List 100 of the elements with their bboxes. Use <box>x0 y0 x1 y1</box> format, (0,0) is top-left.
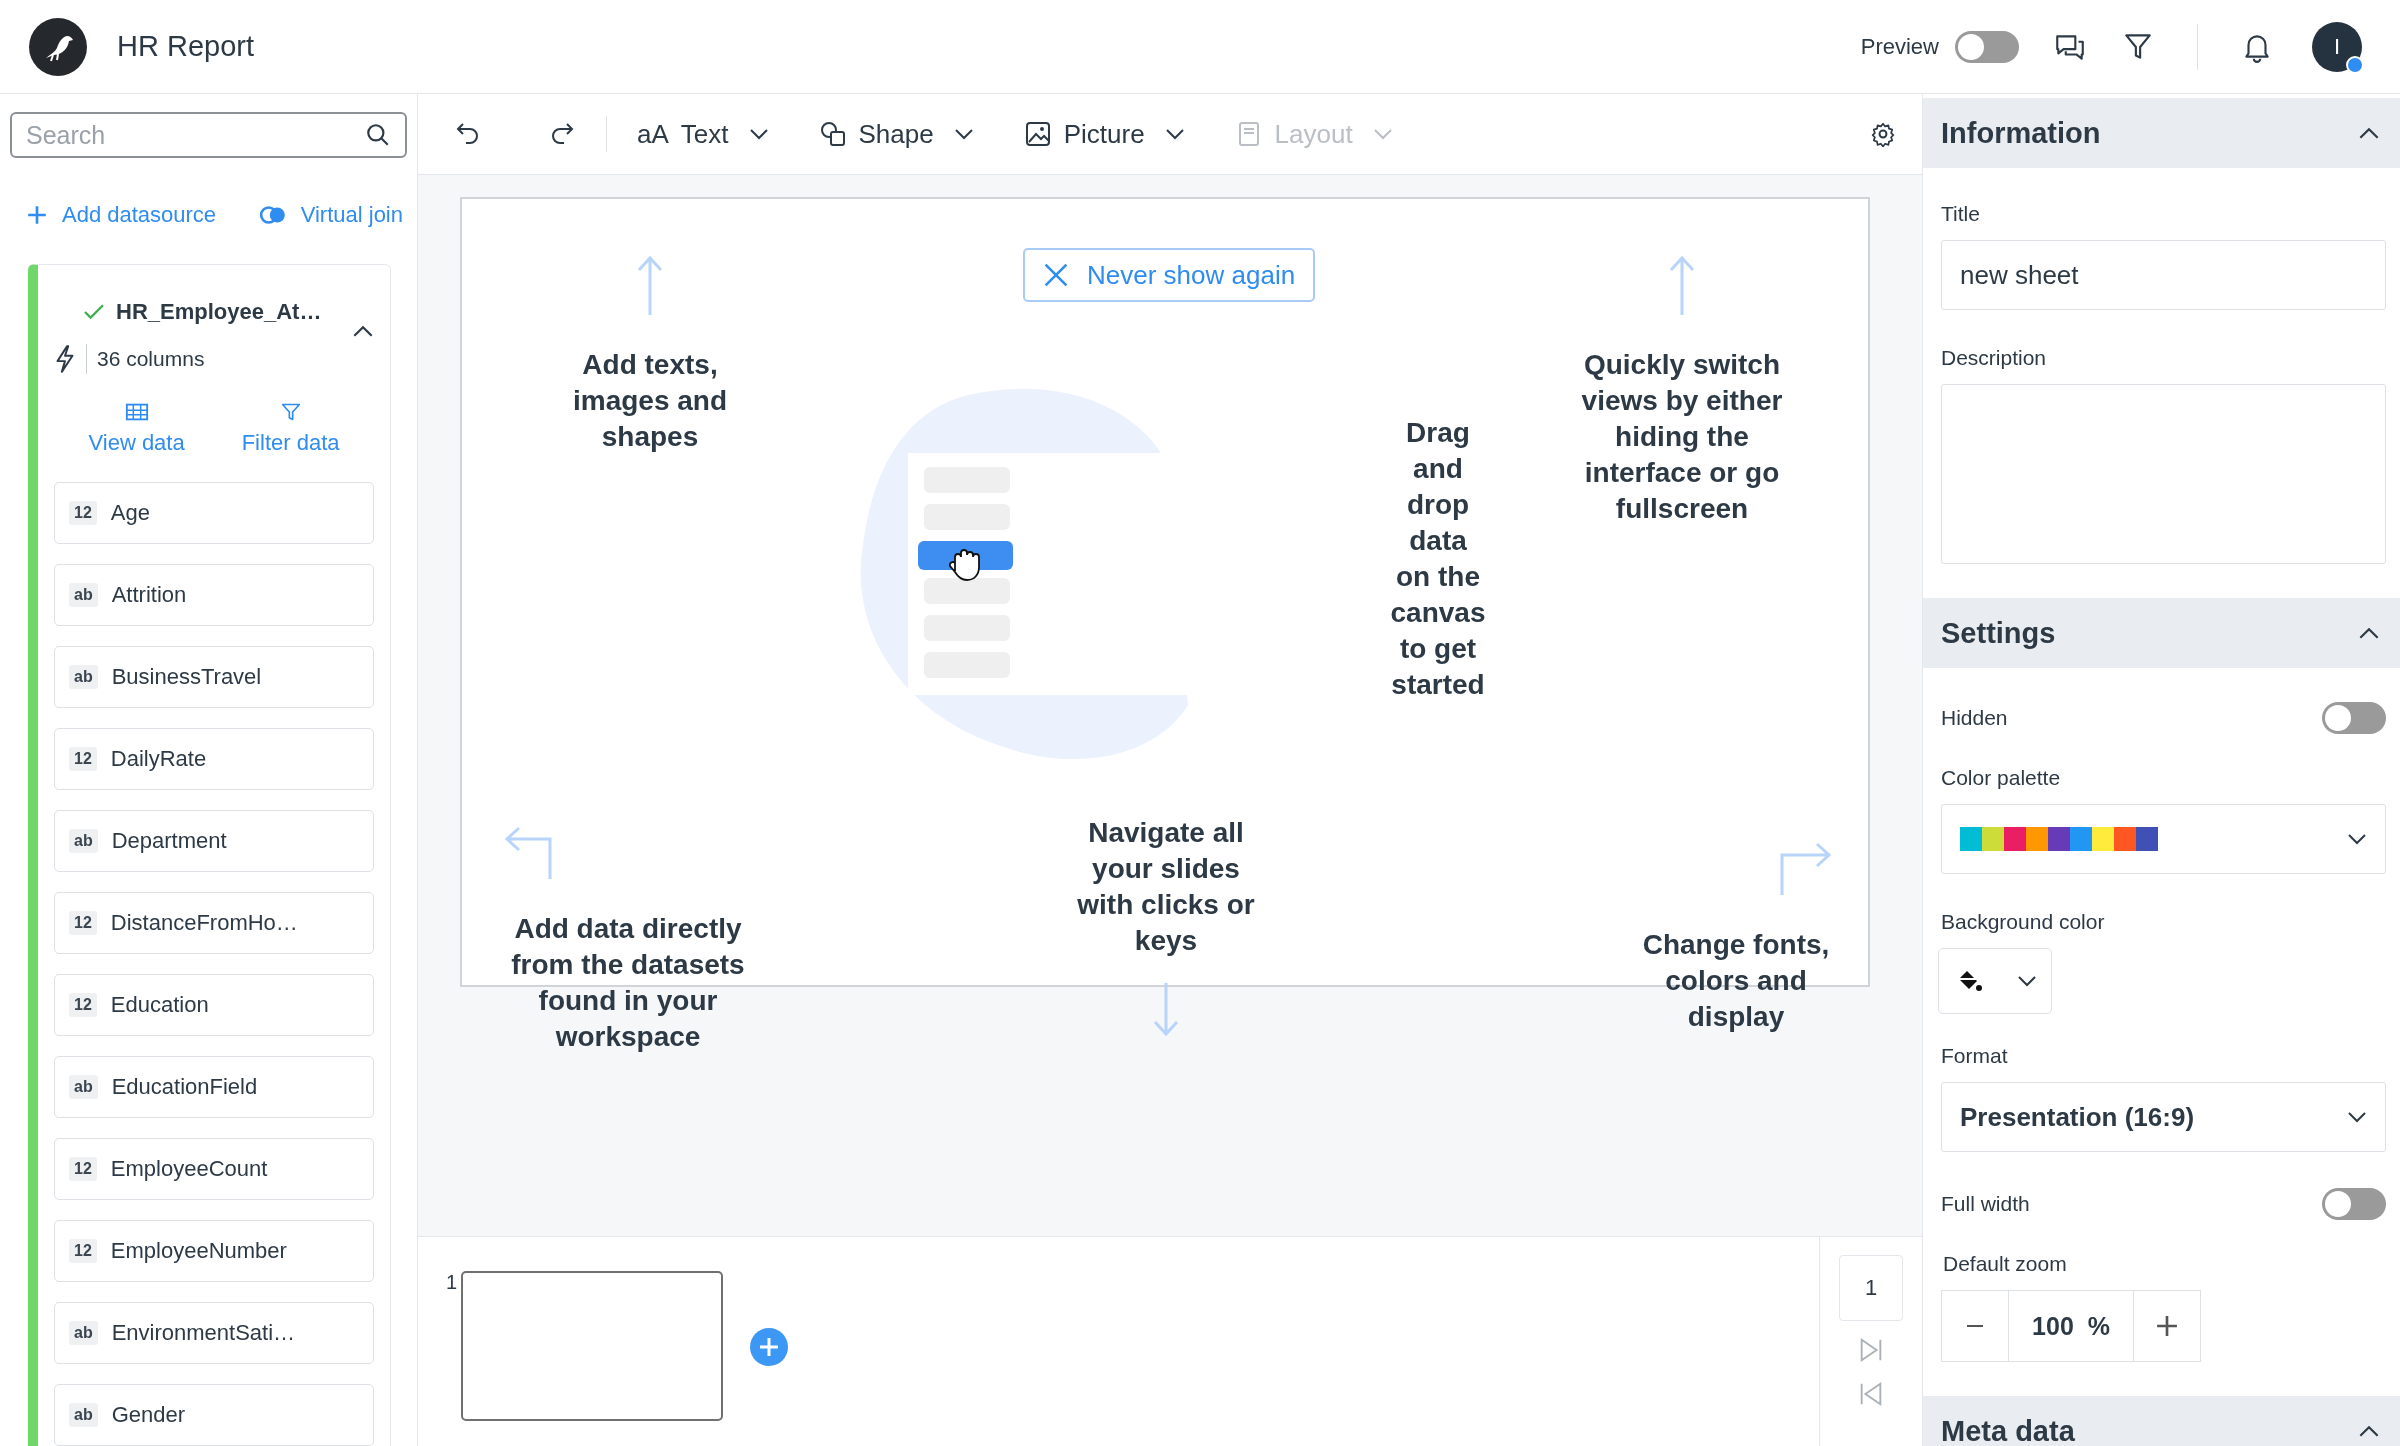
tip-text: Navigate all your slides with clicks or keys <box>1076 816 1256 958</box>
format-dropdown[interactable]: Presentation (16:9) <box>1941 1082 2386 1152</box>
field-item[interactable]: ab Gender <box>54 1384 374 1446</box>
field-item[interactable]: 12 DistanceFromHo… <box>54 892 374 954</box>
plus-icon <box>2156 1315 2178 1337</box>
chevron-up-icon[interactable] <box>352 325 374 338</box>
title-field[interactable]: new sheet <box>1941 240 2386 310</box>
field-label: Hidden <box>1941 706 2008 730</box>
report-title: HR Report <box>117 30 254 63</box>
field-name: Attrition <box>111 582 187 608</box>
field-type-tag: 12 <box>69 501 97 525</box>
close-icon <box>1043 262 1069 288</box>
caret-icon <box>1372 128 1393 140</box>
caret-icon <box>953 128 974 140</box>
field-name: Age <box>110 500 150 526</box>
field-label: Background color <box>1941 910 2106 934</box>
field-item[interactable]: ab Attrition <box>54 564 374 626</box>
preview-label: Preview <box>1860 33 1939 60</box>
tip-text: Quickly switch views by either hiding the interface or go fullscreen <box>1580 348 1784 526</box>
field-item[interactable]: 12 EmployeeNumber <box>54 1220 374 1282</box>
field-type-tag: 12 <box>69 911 97 935</box>
picture-menu-button[interactable]: Picture <box>1023 118 1185 150</box>
field-item[interactable]: 12 EmployeeCount <box>54 1138 374 1200</box>
caret-icon <box>2017 975 2037 987</box>
search-icon <box>365 122 391 148</box>
tip-text: Drag and drop data on the canvas to get started <box>1390 416 1486 702</box>
field-type-tag: ab <box>69 1403 98 1427</box>
tip-text: Change fonts, colors and display <box>1641 928 1831 1034</box>
field-item[interactable]: ab EnvironmentSati… <box>54 1302 374 1364</box>
caret-icon <box>748 128 769 140</box>
field-item[interactable]: 12 Age <box>54 482 374 544</box>
hidden-toggle[interactable] <box>2322 702 2386 734</box>
minus-icon <box>1965 1325 1985 1327</box>
user-avatar[interactable]: I <box>2312 21 2362 72</box>
color-palette-dropdown[interactable] <box>1941 804 2386 874</box>
field-name: EnvironmentSati… <box>111 1320 296 1346</box>
field-name: EmployeeNumber <box>110 1238 287 1264</box>
bird-logo-icon[interactable] <box>29 17 87 76</box>
image-icon <box>1023 120 1052 148</box>
field-item[interactable]: 12 Education <box>54 974 374 1036</box>
field-item[interactable]: ab EducationField <box>54 1056 374 1118</box>
description-field[interactable] <box>1941 384 2386 564</box>
field-type-tag: 12 <box>69 993 97 1017</box>
tip-text: Add data directly from the datasets found in your workspace <box>510 912 746 1054</box>
settings-icon[interactable] <box>1870 121 1896 147</box>
field-type-tag: ab <box>69 1321 98 1345</box>
preview-toggle[interactable] <box>1955 30 2019 63</box>
field-name: Gender <box>111 1402 186 1428</box>
field-name: DistanceFromHo… <box>110 910 298 936</box>
caret-icon <box>2347 1111 2367 1123</box>
field-label: Format <box>1941 1044 2009 1068</box>
field-name: EducationField <box>111 1074 258 1100</box>
section-title: Settings <box>1941 616 2056 650</box>
slide-thumbnail[interactable] <box>461 1271 724 1421</box>
field-type-tag: 12 <box>69 747 97 771</box>
field-item[interactable]: 12 DailyRate <box>54 728 374 790</box>
field-label: Description <box>1941 346 2048 370</box>
field-label: Default zoom <box>1943 1252 2068 1276</box>
slide-number: 1 <box>446 1271 458 1294</box>
field-type-tag: 12 <box>69 1157 97 1181</box>
field-item[interactable]: ab Department <box>54 810 374 872</box>
section-title: Meta data <box>1941 1414 2075 1446</box>
up-arrow-icon <box>635 255 665 317</box>
down-arrow-icon <box>1151 981 1181 1037</box>
field-name: Education <box>110 992 209 1018</box>
field-type-tag: ab <box>69 665 98 689</box>
shapes-icon <box>818 120 847 148</box>
page-number-field[interactable]: 1 <box>1839 1255 1903 1321</box>
lightning-icon[interactable] <box>54 344 76 374</box>
field-type-tag: ab <box>69 583 98 607</box>
field-name: EmployeeCount <box>110 1156 268 1182</box>
field-name: Department <box>111 828 227 854</box>
section-header[interactable]: Meta data <box>1923 1396 2400 1446</box>
tip-text: Add texts, images and shapes <box>571 348 729 454</box>
overlap-circles-icon <box>258 205 287 225</box>
section-header[interactable]: Settings <box>1923 598 2400 668</box>
table-icon <box>124 402 149 422</box>
up-arrow-icon <box>1667 255 1697 317</box>
text-menu-button[interactable]: aA Text <box>637 118 769 150</box>
section-title: Information <box>1941 116 2101 150</box>
field-name: BusinessTravel <box>111 664 262 690</box>
field-item[interactable]: ab BusinessTravel <box>54 646 374 708</box>
field-type-tag: 12 <box>69 1239 97 1263</box>
field-label: Color palette <box>1941 766 2062 790</box>
caret-icon <box>2347 833 2367 845</box>
full-width-toggle[interactable] <box>2322 1188 2386 1220</box>
field-type-tag: ab <box>69 829 98 853</box>
plus-icon <box>26 204 48 226</box>
shape-menu-button[interactable]: Shape <box>818 118 974 150</box>
datasource-name: HR_Employee_At… <box>116 298 322 325</box>
field-label: Full width <box>1941 1192 2030 1216</box>
caret-icon <box>1164 128 1185 140</box>
field-name: DailyRate <box>110 746 207 772</box>
field-type-tag: ab <box>69 1075 98 1099</box>
background-color-button[interactable] <box>1938 948 2052 1014</box>
field-label: Title <box>1941 202 1981 226</box>
add-slide-icon[interactable] <box>749 1327 790 1367</box>
search-field[interactable]: Search <box>10 112 407 158</box>
section-header[interactable]: Information <box>1923 98 2400 168</box>
column-count: 36 columns <box>97 347 205 371</box>
